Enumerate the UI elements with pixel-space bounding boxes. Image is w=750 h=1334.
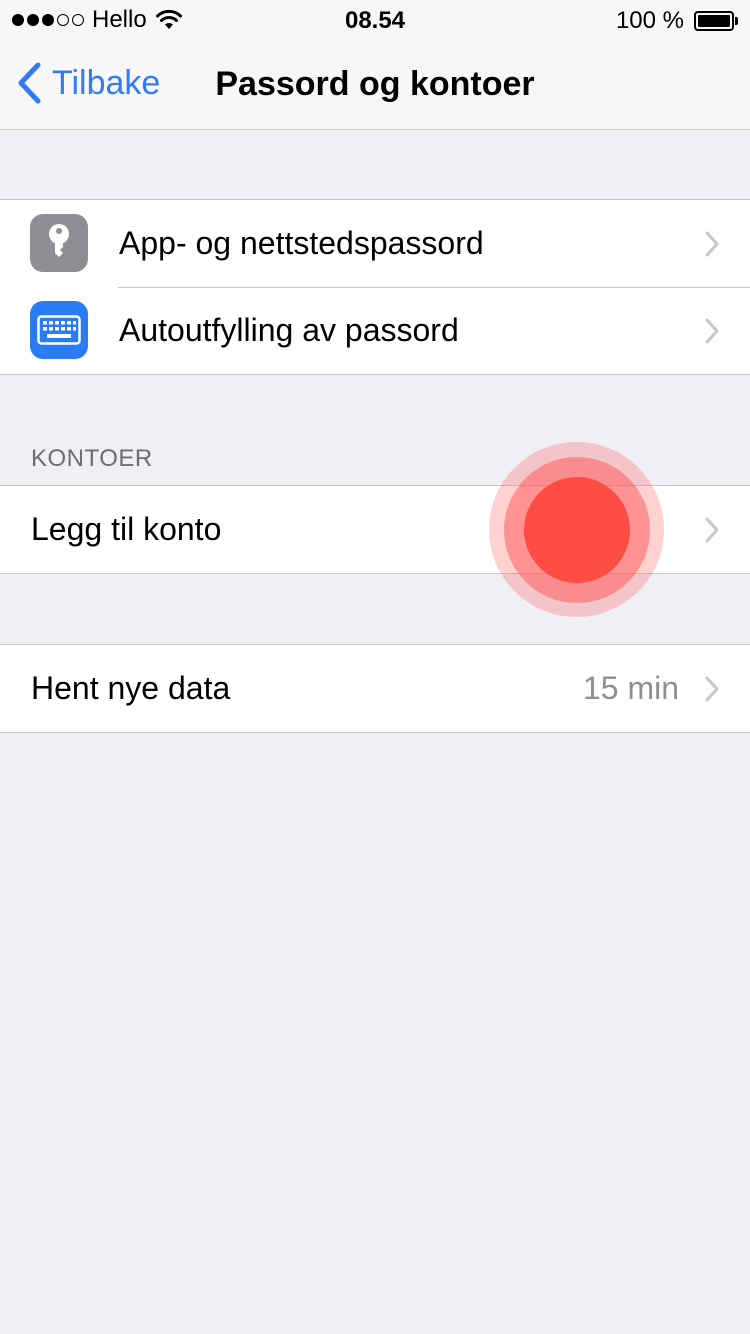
accounts-group: Legg til konto [0, 485, 750, 574]
page-title: Passord og kontoer [215, 65, 535, 103]
chevron-right-icon [705, 517, 719, 543]
row-add-account[interactable]: Legg til konto [0, 486, 750, 573]
chevron-right-icon [705, 676, 719, 702]
battery-level-fill [698, 15, 730, 27]
fetch-group: Hent nye data 15 min [0, 644, 750, 733]
row-app-website-passwords[interactable]: App- og nettstedspassord [0, 200, 750, 287]
row-label: App- og nettstedspassord [119, 225, 484, 261]
row-label: Legg til konto [31, 511, 222, 547]
status-bar: Hello 08.54 100 % [0, 0, 750, 40]
status-bar-right: 100 % [616, 7, 738, 35]
passwords-group: App- og nettstedspassord Autoutfylling a… [0, 199, 750, 375]
navigation-bar: Tilbake Passord og kontoer [0, 40, 750, 130]
row-label: Autoutfylling av passord [119, 312, 459, 348]
row-value: 15 min [582, 670, 679, 706]
key-icon [30, 214, 88, 272]
battery-percent: 100 % [615, 7, 684, 34]
section-header-accounts: KONTOER [31, 445, 153, 472]
chevron-right-icon [705, 318, 719, 344]
battery-icon [694, 11, 734, 31]
row-label: Hent nye data [31, 670, 231, 706]
battery-nub [735, 17, 738, 25]
row-fetch-new-data[interactable]: Hent nye data 15 min [0, 645, 750, 732]
keyboard-icon [30, 301, 88, 359]
chevron-right-icon [705, 231, 719, 257]
row-password-autofill[interactable]: Autoutfylling av passord [0, 287, 750, 374]
